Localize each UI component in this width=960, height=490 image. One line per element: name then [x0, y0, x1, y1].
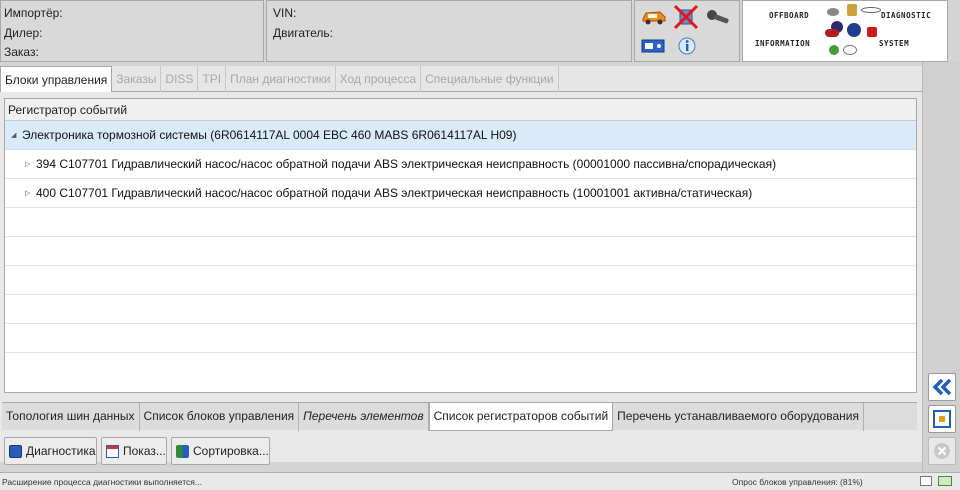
collapse-triangle-icon[interactable]: ◢	[11, 121, 16, 150]
tree-row-label: Электроника тормозной системы (6R0614117…	[22, 128, 517, 142]
empty-row	[5, 353, 916, 382]
status-text: Расширение процесса диагностики выполняе…	[2, 477, 202, 487]
diagnostics-label: Диагностика	[26, 444, 96, 458]
brand-logo-icon	[861, 7, 881, 13]
cancel-icon	[934, 443, 950, 459]
order-label: Заказ:	[4, 45, 39, 59]
tree-row-fault[interactable]: ▷ 394 C107701 Гидравлический насос/насос…	[5, 150, 916, 179]
show-button[interactable]: Показ...	[101, 437, 167, 465]
vin-panel: VIN: Двигатель:	[266, 0, 632, 62]
logo-diagnostic: DIAGNOSTIC	[881, 11, 932, 20]
empty-row	[5, 266, 916, 295]
info-icon[interactable]	[677, 36, 697, 56]
sort-button[interactable]: Сортировка...	[171, 437, 270, 465]
empty-row	[5, 324, 916, 353]
diagnostics-button[interactable]: Диагностика	[4, 437, 97, 465]
brand-logo-icon	[843, 45, 857, 55]
brand-logo-icon	[867, 27, 877, 37]
sort-label: Сортировка...	[193, 444, 269, 458]
logo-offboard: OFFBOARD	[769, 11, 810, 20]
tab-special-functions[interactable]: Специальные функции	[421, 66, 559, 92]
connection-status-icon	[938, 476, 952, 486]
event-memory-panel: Регистратор событий ◢ Электроника тормоз…	[4, 98, 917, 393]
brand-logo-icon	[825, 29, 839, 37]
tab-control-unit-list[interactable]: Список блоков управления	[140, 403, 300, 431]
tab-bus-topology[interactable]: Топология шин данных	[2, 403, 140, 431]
usb-device-icon[interactable]	[641, 38, 665, 54]
show-icon	[106, 444, 119, 458]
back-button[interactable]	[928, 373, 956, 401]
show-label: Показ...	[123, 444, 166, 458]
sort-icon	[176, 444, 189, 458]
status-icons-panel	[634, 0, 740, 62]
logo-information: INFORMATION	[755, 39, 811, 48]
vw-logo-icon	[847, 23, 861, 37]
main-tabs: Блоки управления Заказы DISS TPI План ди…	[0, 66, 922, 92]
car-icon[interactable]	[641, 7, 667, 25]
engine-label: Двигатель:	[273, 26, 333, 40]
dealer-label: Дилер:	[4, 26, 43, 40]
tab-process[interactable]: Ход процесса	[336, 66, 422, 92]
importer-label: Импортёр:	[4, 6, 63, 20]
fit-view-button[interactable]	[928, 405, 956, 433]
brand-logo-icon	[847, 4, 857, 16]
cancel-button[interactable]	[928, 437, 956, 465]
vehicle-info-panel: Импортёр: Дилер: Заказ:	[0, 0, 264, 62]
tab-control-units[interactable]: Блоки управления	[0, 66, 113, 92]
tree-row-label: 400 C107701 Гидравлический насос/насос о…	[36, 186, 753, 200]
right-toolbar	[922, 62, 960, 472]
empty-row	[5, 295, 916, 324]
diagnostics-icon	[9, 444, 22, 458]
double-chevron-left-icon	[932, 378, 952, 396]
brand-logo-icon	[827, 8, 839, 16]
progress-text: Опрос блоков управления: (81%)	[732, 477, 863, 487]
tab-test-plan[interactable]: План диагностики	[226, 66, 336, 92]
header: Импортёр: Дилер: Заказ: VIN: Двигатель:	[0, 0, 960, 62]
vin-label: VIN:	[273, 6, 297, 20]
key-icon[interactable]	[705, 7, 733, 27]
empty-row	[5, 237, 916, 266]
tree-row-label: 394 C107701 Гидравлический насос/насос о…	[36, 157, 777, 171]
view-tabs: Топология шин данных Список блоков управ…	[2, 402, 917, 431]
logo-system: SYSTEM	[879, 39, 910, 48]
frame-icon	[933, 410, 951, 428]
status-bar: Расширение процесса диагностики выполняе…	[0, 472, 960, 490]
expand-triangle-icon[interactable]: ▷	[25, 150, 30, 179]
no-connection-icon[interactable]	[673, 4, 699, 30]
skoda-logo-icon	[829, 45, 839, 55]
tree-row-ecu[interactable]: ◢ Электроника тормозной системы (6R06141…	[5, 121, 916, 150]
tab-equipment-list[interactable]: Перечень устанавливаемого оборудования	[613, 403, 864, 431]
panel-title: Регистратор событий	[5, 99, 916, 121]
empty-row	[5, 208, 916, 237]
tree-row-fault[interactable]: ▷ 400 C107701 Гидравлический насос/насос…	[5, 179, 916, 208]
odis-logo: OFFBOARD DIAGNOSTIC INFORMATION SYSTEM	[742, 0, 948, 62]
tab-diss[interactable]: DISS	[161, 66, 199, 92]
tab-component-list[interactable]: Перечень элементов	[299, 403, 429, 431]
expand-triangle-icon[interactable]: ▷	[25, 179, 30, 208]
window-icon	[920, 476, 932, 486]
tab-orders[interactable]: Заказы	[112, 66, 162, 92]
tab-event-memory-list[interactable]: Список регистраторов событий	[428, 403, 614, 431]
tab-tpi[interactable]: TPI	[198, 66, 227, 92]
